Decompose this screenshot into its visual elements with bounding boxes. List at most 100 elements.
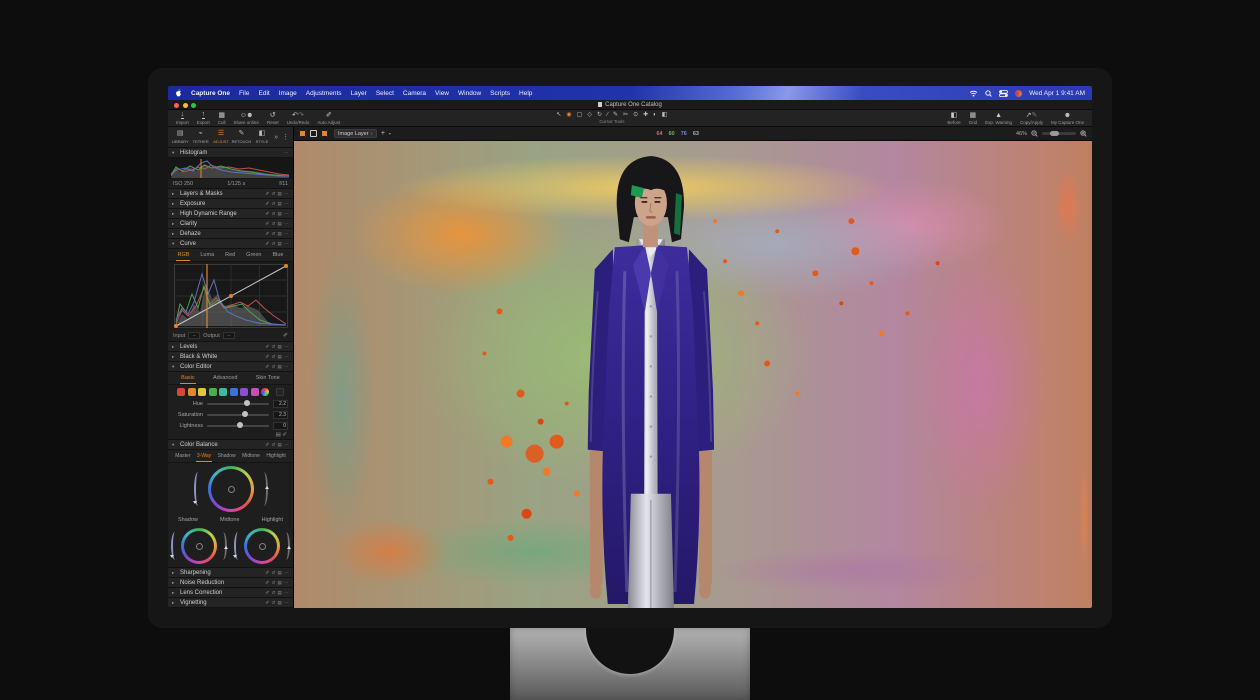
- exposure-warning-button[interactable]: ▲Exp. Warning: [981, 110, 1016, 126]
- draw-mask-tool[interactable]: ✎: [613, 112, 618, 118]
- photo-canvas[interactable]: [294, 141, 1092, 608]
- panel-noise-reduction[interactable]: ▸Noise Reduction✐ ↺ ▤ ⋯: [168, 578, 293, 588]
- panel-color-editor[interactable]: ▾Color Editor✐ ↺ ▤ ⋯: [168, 362, 293, 372]
- shadow-color-wheel[interactable]: [181, 528, 217, 564]
- color-swatch-magenta[interactable]: [251, 388, 259, 396]
- straighten-tool[interactable]: ◇: [587, 112, 592, 118]
- panel-action-icons[interactable]: ✐ ↺ ▤ ⋯: [265, 201, 289, 207]
- zoom-out-icon[interactable]: [1031, 130, 1038, 137]
- panel-action-icons[interactable]: ✐ ↺ ▤ ⋯: [265, 344, 289, 350]
- export-button[interactable]: ↑Export: [193, 110, 214, 126]
- panel-high-dynamic-range[interactable]: ▸High Dynamic Range✐ ↺ ▤ ⋯: [168, 209, 293, 219]
- curve-tab-green[interactable]: Green: [245, 250, 262, 260]
- hue-slider[interactable]: [207, 403, 269, 405]
- ce-tab-skin-tone[interactable]: Skin Tone: [255, 373, 281, 383]
- hue-value[interactable]: 2.2: [273, 400, 288, 408]
- color-swatch-all[interactable]: [261, 388, 269, 396]
- panel-lens-correction[interactable]: ▸Lens Correction✐ ↺ ▤ ⋯: [168, 588, 293, 598]
- tab-library[interactable]: ▤LIBRARY: [170, 130, 190, 144]
- color-swatch-green[interactable]: [209, 388, 217, 396]
- curve-tab-rgb[interactable]: RGB: [176, 250, 190, 261]
- curve-picker-icon[interactable]: ✐: [283, 332, 288, 339]
- clone-tool[interactable]: ✚: [643, 112, 648, 118]
- saturation-value[interactable]: 2.3: [273, 411, 288, 419]
- shadow-saturation-slider[interactable]: [171, 532, 179, 560]
- reset-button[interactable]: ↺Reset: [263, 110, 283, 126]
- curve-graph[interactable]: [168, 262, 293, 330]
- import-button[interactable]: ↓Import: [172, 110, 193, 126]
- auto-adjust-button[interactable]: ✐Auto Adjust: [313, 110, 344, 126]
- menu-item-layer[interactable]: Layer: [351, 90, 367, 97]
- highlight-lightness-slider[interactable]: [282, 532, 290, 560]
- multi-view-icon[interactable]: [299, 130, 306, 137]
- grid-button[interactable]: ▦Grid: [965, 110, 982, 126]
- panel-action-icons[interactable]: ✐ ↺ ▤ ⋯: [265, 241, 289, 247]
- highlight-color-wheel[interactable]: [244, 528, 280, 564]
- panel-action-icons[interactable]: ✐ ↺ ▤ ⋯: [265, 580, 289, 586]
- heal-tool[interactable]: ⊙: [633, 112, 638, 118]
- panel-action-icons[interactable]: ✐ ↺ ▤ ⋯: [265, 191, 289, 197]
- color-editor-footer-icons[interactable]: ▤ ✐: [168, 431, 293, 440]
- menu-item-adjustments[interactable]: Adjustments: [306, 90, 342, 97]
- panel-action-icons[interactable]: ✐ ↺ ▤ ⋯: [265, 211, 289, 217]
- more-tabs-icon[interactable]: »: [272, 134, 280, 141]
- cb-tab-shadow[interactable]: Shadow: [217, 451, 237, 461]
- color-swatch-red[interactable]: [177, 388, 185, 396]
- color-swatch-purple[interactable]: [240, 388, 248, 396]
- ce-tab-basic[interactable]: Basic: [180, 373, 195, 384]
- apple-menu-icon[interactable]: [175, 89, 182, 97]
- menu-item-camera[interactable]: Camera: [403, 90, 426, 97]
- layer-selector[interactable]: Image Layer ↕: [334, 129, 377, 138]
- curve-tab-luma[interactable]: Luma: [199, 250, 215, 260]
- single-view-icon[interactable]: [310, 130, 317, 137]
- menu-item-image[interactable]: Image: [279, 90, 297, 97]
- curve-tab-blue[interactable]: Blue: [271, 250, 284, 260]
- before-button[interactable]: ◧Before: [943, 110, 964, 126]
- search-icon[interactable]: [985, 90, 992, 97]
- swatch-picker-button[interactable]: [276, 388, 284, 396]
- rotate-tool[interactable]: ↻: [597, 112, 602, 118]
- menu-app-name[interactable]: Capture One: [191, 90, 230, 97]
- share-online-button[interactable]: ☺☻Share online: [230, 110, 263, 126]
- undo-redo-button[interactable]: ↶↷Undo/Redo: [283, 110, 314, 126]
- zoom-level[interactable]: 46%: [1016, 131, 1027, 137]
- panel-action-icons[interactable]: ✐ ↺ ▤ ⋯: [265, 364, 289, 370]
- menu-item-scripts[interactable]: Scripts: [490, 90, 510, 97]
- panel-curve[interactable]: ▾Curve✐ ↺ ▤ ⋯: [168, 239, 293, 249]
- color-swatch-aqua[interactable]: [219, 388, 227, 396]
- highlight-saturation-slider[interactable]: [234, 532, 242, 560]
- erase-mask-tool[interactable]: ✂: [623, 112, 628, 118]
- panel-action-icons[interactable]: ✐ ↺ ▤ ⋯: [265, 221, 289, 227]
- panel-layers-masks[interactable]: ▸Layers & Masks✐ ↺ ▤ ⋯: [168, 189, 293, 199]
- menu-clock[interactable]: Wed Apr 1 9:41 AM: [1029, 90, 1085, 97]
- panel-clarity[interactable]: ▸Clarity✐ ↺ ▤ ⋯: [168, 219, 293, 229]
- menu-item-select[interactable]: Select: [376, 90, 394, 97]
- tab-overflow-icon[interactable]: ⋮: [280, 133, 291, 141]
- color-swatch-yellow[interactable]: [198, 388, 206, 396]
- panel-action-icons[interactable]: ✐ ↺ ▤ ⋯: [265, 231, 289, 237]
- zoom-slider[interactable]: [1042, 132, 1076, 135]
- midtone-saturation-slider[interactable]: [194, 472, 202, 506]
- add-layer-button[interactable]: +: [381, 130, 385, 137]
- panel-vignetting[interactable]: ▸Vignetting✐ ↺ ▤ ⋯: [168, 598, 293, 608]
- tab-retouch[interactable]: ✎RETOUCH: [231, 130, 251, 144]
- panel-dehaze[interactable]: ▸Dehaze✐ ↺ ▤ ⋯: [168, 229, 293, 239]
- cull-button[interactable]: ▦Cull: [214, 110, 230, 126]
- lightness-value[interactable]: 0: [273, 422, 288, 430]
- color-swatch-blue[interactable]: [230, 388, 238, 396]
- zoom-in-icon[interactable]: [1080, 130, 1087, 137]
- shadow-lightness-slider[interactable]: [219, 532, 227, 560]
- panel-action-icons[interactable]: ✐ ↺ ▤ ⋯: [265, 600, 289, 606]
- zoom-window-button[interactable]: [191, 103, 196, 108]
- user-avatar[interactable]: [1015, 90, 1022, 97]
- color-swatch-orange[interactable]: [188, 388, 196, 396]
- curve-output-value[interactable]: –: [223, 332, 235, 339]
- cb-tab-midtone[interactable]: Midtone: [241, 451, 261, 461]
- close-button[interactable]: [174, 103, 179, 108]
- menu-item-file[interactable]: File: [239, 90, 249, 97]
- keystone-tool[interactable]: ∕: [607, 112, 608, 118]
- tab-adjust[interactable]: ☰ADJUST: [211, 130, 231, 144]
- histogram-header[interactable]: ▾ Histogram ⋯: [168, 148, 293, 158]
- menu-item-window[interactable]: Window: [458, 90, 481, 97]
- menu-item-help[interactable]: Help: [519, 90, 532, 97]
